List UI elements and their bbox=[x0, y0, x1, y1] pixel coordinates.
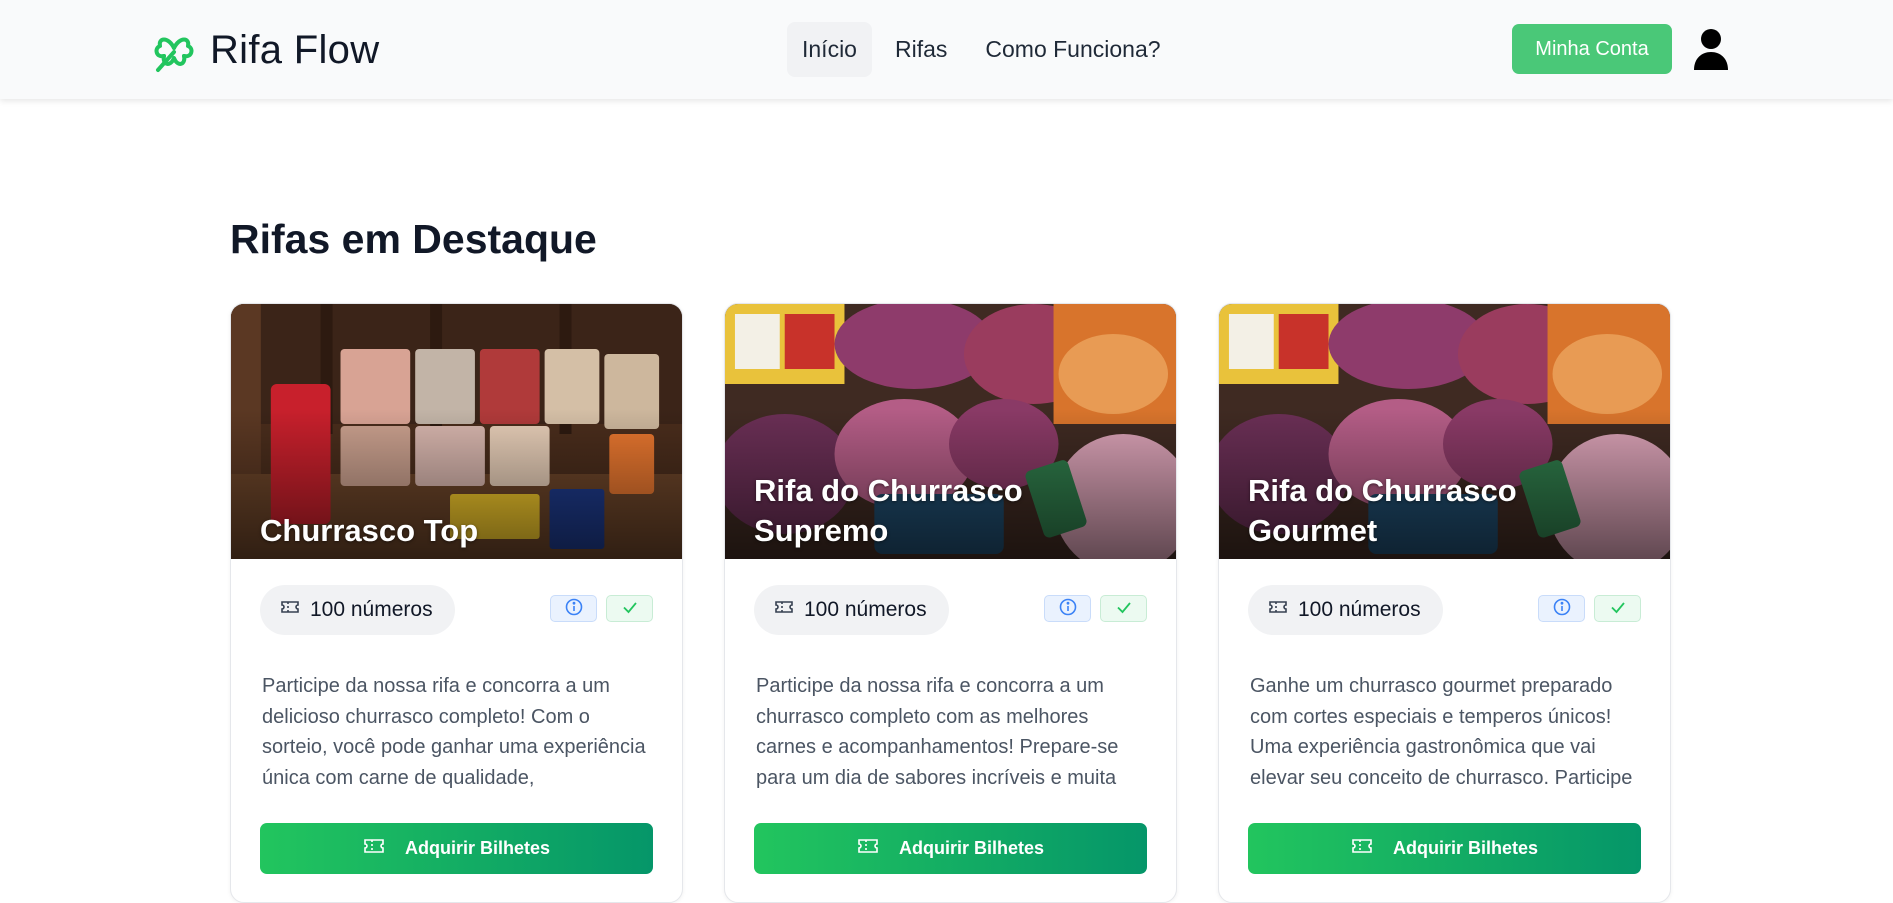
check-icon bbox=[1114, 597, 1134, 620]
user-icon[interactable] bbox=[1692, 28, 1730, 70]
raffle-description: Participe da nossa rifa e concorra a um … bbox=[262, 675, 646, 789]
main-nav: Início Rifas Como Funciona? bbox=[787, 22, 1176, 77]
ticket-icon bbox=[280, 598, 300, 622]
numbers-count-badge: 100 números bbox=[260, 585, 455, 635]
numbers-count-badge: 100 números bbox=[754, 585, 949, 635]
my-account-button[interactable]: Minha Conta bbox=[1512, 24, 1672, 74]
info-icon bbox=[1552, 597, 1572, 620]
top-navbar: Rifa Flow Início Rifas Como Funciona? Mi… bbox=[0, 0, 1893, 99]
raffle-card: Churrasco Top 100 números Participe da n… bbox=[230, 303, 683, 903]
buy-tickets-button[interactable]: Adquirir Bilhetes bbox=[1248, 823, 1641, 874]
numbers-count: 100 números bbox=[1298, 598, 1421, 621]
nav-link-como-funciona[interactable]: Como Funciona? bbox=[970, 22, 1175, 77]
ticket-icon bbox=[774, 598, 794, 622]
ticket-icon bbox=[1351, 837, 1373, 860]
raffle-card: Rifa do Churrasco Gourmet 100 números Ga… bbox=[1218, 303, 1671, 903]
nav-link-inicio[interactable]: Início bbox=[787, 22, 872, 77]
verified-button[interactable] bbox=[606, 595, 653, 622]
ticket-icon bbox=[857, 837, 879, 860]
raffle-title: Rifa do Churrasco Gourmet bbox=[1248, 473, 1517, 548]
raffle-image[interactable]: Churrasco Top bbox=[231, 304, 682, 559]
raffle-title: Churrasco Top bbox=[260, 513, 479, 548]
check-icon bbox=[620, 597, 640, 620]
nav-link-rifas[interactable]: Rifas bbox=[880, 22, 962, 77]
raffle-description: Ganhe um churrasco gourmet preparado com… bbox=[1250, 675, 1633, 789]
buy-tickets-label: Adquirir Bilhetes bbox=[404, 838, 551, 858]
raffle-description: Participe da nossa rifa e concorra a um … bbox=[756, 675, 1119, 789]
buy-tickets-label: Adquirir Bilhetes bbox=[1392, 838, 1539, 858]
raffle-title: Rifa do Churrasco Supremo bbox=[754, 473, 1023, 548]
verified-button[interactable] bbox=[1594, 595, 1641, 622]
buy-tickets-button[interactable]: Adquirir Bilhetes bbox=[260, 823, 653, 874]
raffle-card-list: Churrasco Top 100 números Participe da n… bbox=[230, 303, 1671, 903]
ticket-icon bbox=[363, 837, 385, 860]
verified-button[interactable] bbox=[1100, 595, 1147, 622]
check-icon bbox=[1608, 597, 1628, 620]
raffle-image[interactable]: Rifa do Churrasco Gourmet bbox=[1219, 304, 1670, 559]
numbers-count: 100 números bbox=[804, 598, 927, 621]
ticket-icon bbox=[1268, 598, 1288, 622]
buy-tickets-label: Adquirir Bilhetes bbox=[898, 838, 1045, 858]
brand-logo[interactable]: Rifa Flow bbox=[150, 26, 379, 74]
numbers-count-badge: 100 números bbox=[1248, 585, 1443, 635]
info-button[interactable] bbox=[1538, 595, 1585, 622]
info-icon bbox=[1058, 597, 1078, 620]
info-button[interactable] bbox=[1044, 595, 1091, 622]
info-icon bbox=[564, 597, 584, 620]
info-button[interactable] bbox=[550, 595, 597, 622]
brand-name: Rifa Flow bbox=[210, 27, 380, 72]
clover-icon bbox=[150, 26, 198, 74]
section-title: Rifas em Destaque bbox=[230, 216, 597, 262]
buy-tickets-button[interactable]: Adquirir Bilhetes bbox=[754, 823, 1147, 874]
numbers-count: 100 números bbox=[310, 598, 433, 621]
raffle-card: Rifa do Churrasco Supremo 100 números Pa… bbox=[724, 303, 1177, 903]
raffle-image[interactable]: Rifa do Churrasco Supremo bbox=[725, 304, 1176, 559]
